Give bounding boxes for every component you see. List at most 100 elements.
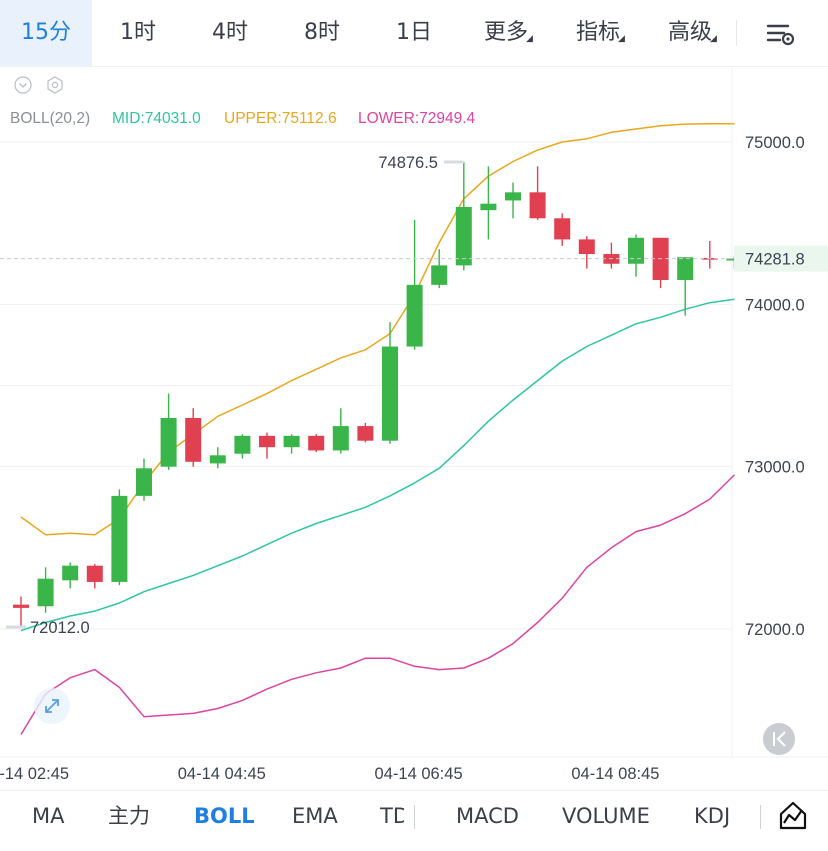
boll-bands (20, 122, 735, 735)
tab-indicators[interactable]: 指标 ◢ (552, 0, 644, 66)
candle-body (480, 203, 497, 211)
tab-kdj[interactable]: KDJ (694, 791, 730, 841)
candle-body (136, 468, 152, 496)
candle (603, 242, 620, 269)
candle (455, 162, 472, 271)
tab-1d[interactable]: 1日 (368, 0, 460, 66)
time-axis: 04-14 02:45 04-14 04:45 04-14 06:45 04-14 0… (0, 765, 659, 783)
candle (382, 322, 398, 444)
candle-body (529, 192, 546, 219)
tab-boll[interactable]: BOLL (194, 791, 255, 841)
candle (13, 596, 29, 628)
y-tick-label: 75000.0 (745, 134, 805, 152)
candle-body (62, 565, 79, 581)
candle (554, 213, 571, 246)
dropdown-caret-icon: ◢ (618, 34, 625, 44)
candle (62, 562, 79, 589)
candle-body (160, 417, 177, 467)
high-marker-label: 74876.5 (378, 154, 438, 172)
candle (480, 166, 497, 240)
tab-volume[interactable]: VOLUME (562, 791, 650, 841)
boll-legend-name: BOLL(20,2) (10, 110, 90, 127)
tab-td[interactable]: TD (380, 791, 404, 841)
candle-body (185, 417, 202, 462)
candle-body (13, 604, 29, 608)
candle (37, 567, 54, 613)
tab-4h[interactable]: 4时 (184, 0, 276, 66)
double-chevron-left-icon[interactable] (763, 723, 795, 755)
tab-15min[interactable]: 15分 (0, 0, 92, 66)
candle (160, 393, 177, 470)
candle-body (234, 435, 251, 454)
candle (332, 408, 349, 454)
boll-lower-line (20, 474, 735, 735)
y-tick-label: 73000.0 (745, 459, 805, 477)
candle-body (505, 192, 521, 201)
candle-body (455, 206, 472, 266)
candle (234, 434, 251, 459)
candle-body (628, 237, 644, 264)
candle-body (308, 435, 325, 451)
price-axis: 75000.0 74000.0 73000.0 72000.0 (745, 134, 805, 639)
candle (308, 434, 325, 453)
boll-mid-line (20, 298, 735, 632)
candlestick-chart[interactable]: 75000.0 74000.0 73000.0 72000.0 04-14 02:45… (0, 66, 828, 790)
settings-sliders-icon[interactable] (760, 14, 800, 54)
candle-body (332, 426, 349, 451)
tab-ema[interactable]: EMA (292, 791, 338, 841)
tab-main-force[interactable]: 主力 (108, 791, 150, 841)
candle (578, 236, 595, 269)
candle-body (259, 435, 275, 448)
candle-body (86, 565, 103, 582)
tab-advanced[interactable]: 高级 ◢ (644, 0, 736, 66)
candle-body (357, 426, 374, 441)
x-tick-label: 04-14 02:45 (0, 765, 69, 783)
dropdown-caret-icon: ◢ (526, 34, 533, 44)
candle (283, 434, 300, 454)
candle-body (431, 265, 448, 285)
candle (505, 182, 521, 219)
candle (136, 458, 152, 501)
y-tick-label: 74000.0 (745, 296, 805, 314)
candle-body (406, 284, 423, 347)
candle (406, 219, 423, 350)
candle-body (111, 495, 128, 582)
candle-body (677, 257, 694, 280)
candle (209, 447, 226, 469)
dropdown-caret-icon: ◢ (710, 34, 717, 44)
candle (111, 489, 128, 586)
divider (760, 805, 761, 829)
tab-macd[interactable]: MACD (456, 791, 519, 841)
indicator-tab-bar: MA 主力 BOLL EMA TD MACD VOLUME KDJ (0, 790, 828, 851)
candle (86, 564, 103, 589)
candles (13, 162, 743, 628)
tab-ma[interactable]: MA (32, 791, 64, 841)
candle-body (37, 578, 54, 607)
boll-legend-lower: LOWER:72949.4 (358, 110, 476, 127)
candle-body (209, 455, 226, 464)
tab-8h[interactable]: 8时 (276, 0, 368, 66)
boll-upper-line (20, 122, 735, 536)
candle-body (578, 239, 595, 255)
candle (529, 166, 546, 220)
boll-legend-mid: MID:74031.0 (112, 110, 201, 127)
candle-body (283, 435, 300, 448)
tab-1h[interactable]: 1时 (92, 0, 184, 66)
boll-legend-upper: UPPER:75112.6 (224, 110, 337, 127)
candle (628, 234, 644, 277)
divider (736, 20, 737, 46)
candle (259, 432, 275, 459)
line-draw-icon[interactable] (776, 799, 810, 833)
candle-body (554, 218, 571, 240)
expand-arrows-icon[interactable] (34, 688, 70, 724)
candle (357, 422, 374, 443)
low-marker-label: 72012.0 (30, 619, 90, 637)
y-tick-label: 72000.0 (745, 621, 805, 639)
candle-body (382, 346, 398, 441)
candle (701, 241, 718, 269)
x-tick-label: 04-14 08:45 (571, 765, 659, 783)
candle (652, 237, 669, 289)
x-tick-label: 04-14 06:45 (375, 765, 463, 783)
tab-more[interactable]: 更多 ◢ (460, 0, 552, 66)
x-tick-label: 04-14 04:45 (178, 765, 266, 783)
